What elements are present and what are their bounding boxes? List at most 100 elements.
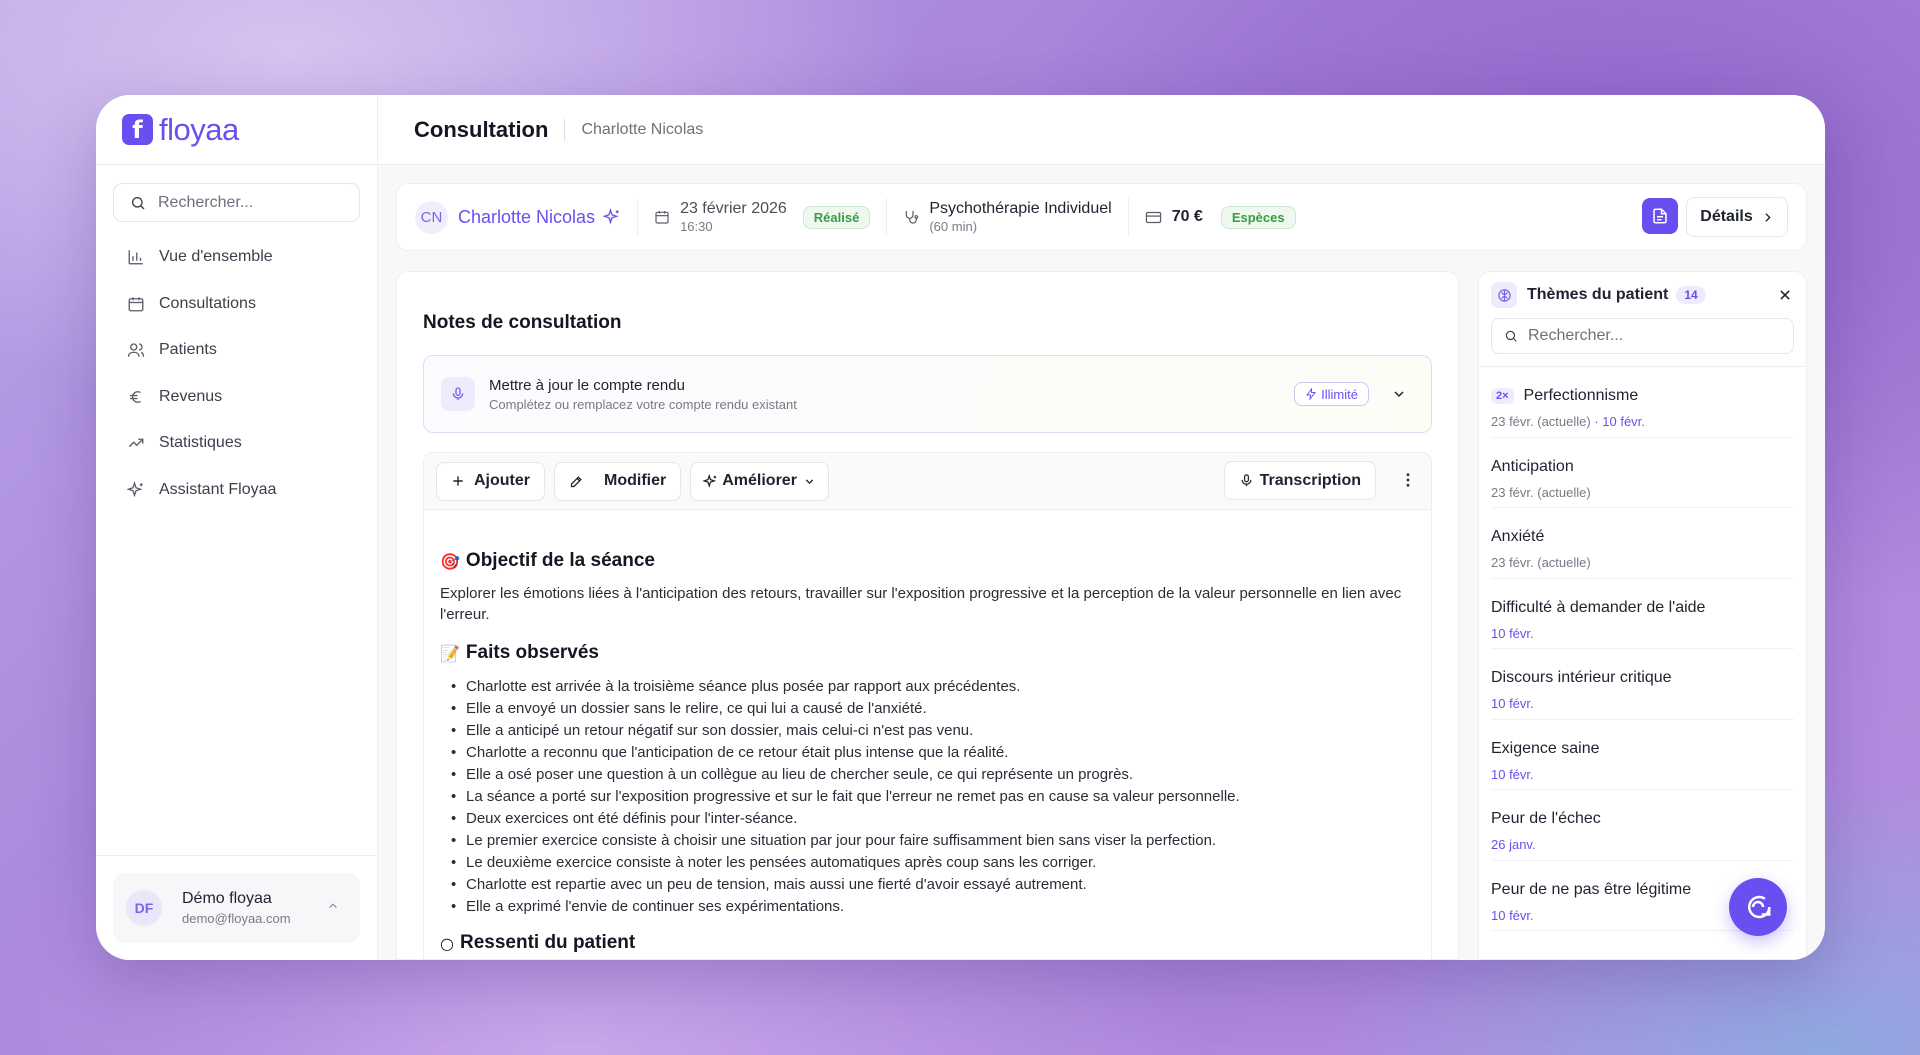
improve-button[interactable]: Améliorer <box>690 461 829 501</box>
update-text: Mettre à jour le compte rendu Complétez … <box>489 377 797 412</box>
list-item: Deux exercices ont été définis pour l'in… <box>440 808 1415 830</box>
more-options-icon[interactable] <box>1399 471 1417 494</box>
sidebar-item-revenus[interactable]: Revenus <box>96 374 377 421</box>
list-item: Charlotte a reconnu que l'anticipation d… <box>440 742 1415 764</box>
brand-logo: f <box>122 114 153 145</box>
user-info: Démo floyaa demo@floyaa.com <box>182 890 291 926</box>
theme-dates: 23 févr. (actuelle) <box>1491 484 1591 500</box>
theme-item[interactable]: 2× Perfectionnisme 23 févr. (actuelle) ·… <box>1491 367 1794 438</box>
search-input[interactable] <box>158 193 348 212</box>
users-icon <box>126 340 146 360</box>
calendar-icon <box>126 294 146 314</box>
theme-item[interactable]: Exigence saine 10 févr. <box>1491 720 1794 790</box>
themes-count-badge: 14 <box>1676 286 1706 304</box>
notes-panel: Notes de consultation Mettre à jour le c… <box>396 271 1459 960</box>
document-icon <box>1653 208 1667 224</box>
page-header: Consultation Charlotte Nicolas <box>378 95 1825 165</box>
theme-dates: 26 janv. <box>1491 837 1536 852</box>
patient-themes-panel: Thèmes du patient 14 2× Perfectionnisme … <box>1478 271 1807 960</box>
list-item: Elle a exprimé l'envie de continuer ses … <box>440 896 1415 918</box>
theme-item[interactable]: Discours intérieur critique 10 févr. <box>1491 649 1794 720</box>
sidebar-nav: Vue d'ensemble Consultations Patients Re… <box>96 234 377 513</box>
unlimited-badge: Illimité <box>1294 382 1369 406</box>
breadcrumb: Charlotte Nicolas <box>581 120 704 138</box>
sparkles-icon[interactable] <box>603 208 621 226</box>
user-email: demo@floyaa.com <box>182 911 291 926</box>
theme-item[interactable]: Peur de l'échec 26 janv. <box>1491 790 1794 861</box>
theme-date: 23 févr. (actuelle) <box>1491 414 1591 429</box>
occurrence-badge: 2× <box>1491 388 1514 404</box>
duration-text: (60 min) <box>929 219 978 234</box>
sidebar-item-overview[interactable]: Vue d'ensemble <box>96 234 377 281</box>
sidebar-item-label: Statistiques <box>159 434 242 452</box>
themes-search-input[interactable] <box>1528 327 1758 345</box>
brain-icon <box>1491 282 1517 308</box>
themes-title: Thèmes du patient <box>1527 286 1669 303</box>
euro-icon <box>126 387 146 407</box>
microphone-icon <box>1239 473 1254 488</box>
sidebar-item-consultations[interactable]: Consultations <box>96 281 377 328</box>
theme-item[interactable]: Anticipation 23 févr. (actuelle) <box>1491 438 1794 508</box>
date-text: 23 février 2026 <box>680 200 787 217</box>
themes-search[interactable] <box>1491 318 1794 354</box>
details-label: Détails <box>1700 208 1753 225</box>
add-label: Ajouter <box>474 472 530 489</box>
unlimited-label: Illimité <box>1321 386 1358 402</box>
theme-dates: 10 févr. <box>1491 696 1534 711</box>
list-item: Charlotte est arrivée à la troisième séa… <box>440 676 1415 698</box>
bar-chart-icon <box>126 247 146 267</box>
update-title: Mettre à jour le compte rendu <box>489 376 685 394</box>
divider <box>1127 198 1129 236</box>
chevron-down-icon[interactable] <box>1391 386 1407 407</box>
credit-card-icon <box>1145 209 1162 226</box>
sidebar-search[interactable] <box>113 183 360 222</box>
theme-dates: 10 févr. <box>1491 766 1534 782</box>
transcription-button[interactable]: Transcription <box>1223 461 1376 500</box>
notes-title: Notes de consultation <box>423 312 622 333</box>
list-item: Le deuxième exercice consiste à noter le… <box>440 852 1415 874</box>
chevron-up-icon[interactable] <box>326 899 340 918</box>
theme-dates: 23 févr. (actuelle) <box>1491 555 1591 570</box>
list-item: Elle a anticipé un retour négatif sur so… <box>440 720 1415 742</box>
sidebar-item-statistiques[interactable]: Statistiques <box>96 420 377 467</box>
divider <box>564 118 566 141</box>
consultation-type: Psychothérapie Individuel (60 min) <box>929 200 1111 234</box>
patient-name-link[interactable]: Charlotte Nicolas <box>458 207 595 228</box>
close-icon[interactable] <box>1778 288 1792 307</box>
consultation-date: 23 février 2026 16:30 <box>680 200 787 234</box>
update-report-box[interactable]: Mettre à jour le compte rendu Complétez … <box>423 355 1432 433</box>
list-item: Charlotte est repartie avec un peu de te… <box>440 874 1415 896</box>
edit-button[interactable]: Modifier <box>554 461 682 501</box>
memo-icon: 📝 <box>440 643 460 663</box>
list-item: La séance a porté sur l'exposition progr… <box>440 786 1415 808</box>
notes-content[interactable]: 🎯 Objectif de la séance Explorer les émo… <box>424 510 1431 954</box>
brand-name: floyaa <box>159 111 239 147</box>
improve-label: Améliorer <box>722 472 797 489</box>
sidebar-item-patients[interactable]: Patients <box>96 327 377 374</box>
theme-item[interactable]: Difficulté à demander de l'aide 10 févr. <box>1491 579 1794 649</box>
section-felt-heading: ○ Ressenti du patient <box>440 932 1415 954</box>
theme-name: Anxiété <box>1491 528 1545 545</box>
sidebar-item-label: Patients <box>159 341 217 359</box>
plus-icon <box>451 474 465 488</box>
divider <box>886 198 888 236</box>
document-button[interactable] <box>1642 198 1678 234</box>
lightning-icon <box>1306 388 1317 400</box>
sidebar-item-assistant[interactable]: Assistant Floyaa <box>96 467 377 514</box>
add-button[interactable]: Ajouter <box>436 461 545 501</box>
details-button[interactable]: Détails <box>1686 197 1788 237</box>
section-facts-heading: 📝 Faits observés <box>440 642 1415 664</box>
page-title: Consultation <box>414 116 549 142</box>
section-title: Ressenti du patient <box>459 932 636 953</box>
sidebar-item-label: Revenus <box>159 387 223 405</box>
theme-name: Exigence saine <box>1491 739 1600 757</box>
app-window: f floyaa Vue d'ensemble Consultations Pa… <box>96 95 1825 960</box>
user-menu[interactable]: DF Démo floyaa demo@floyaa.com <box>113 873 360 943</box>
section-objective-heading: 🎯 Objectif de la séance <box>440 550 1415 572</box>
chat-button[interactable] <box>1729 878 1787 936</box>
list-item: Elle a osé poser une question à un collè… <box>440 764 1415 786</box>
brand[interactable]: f floyaa <box>96 95 377 165</box>
time-text: 16:30 <box>680 219 713 234</box>
theme-item[interactable]: Anxiété 23 févr. (actuelle) <box>1491 508 1794 579</box>
pencil-icon <box>569 474 584 489</box>
